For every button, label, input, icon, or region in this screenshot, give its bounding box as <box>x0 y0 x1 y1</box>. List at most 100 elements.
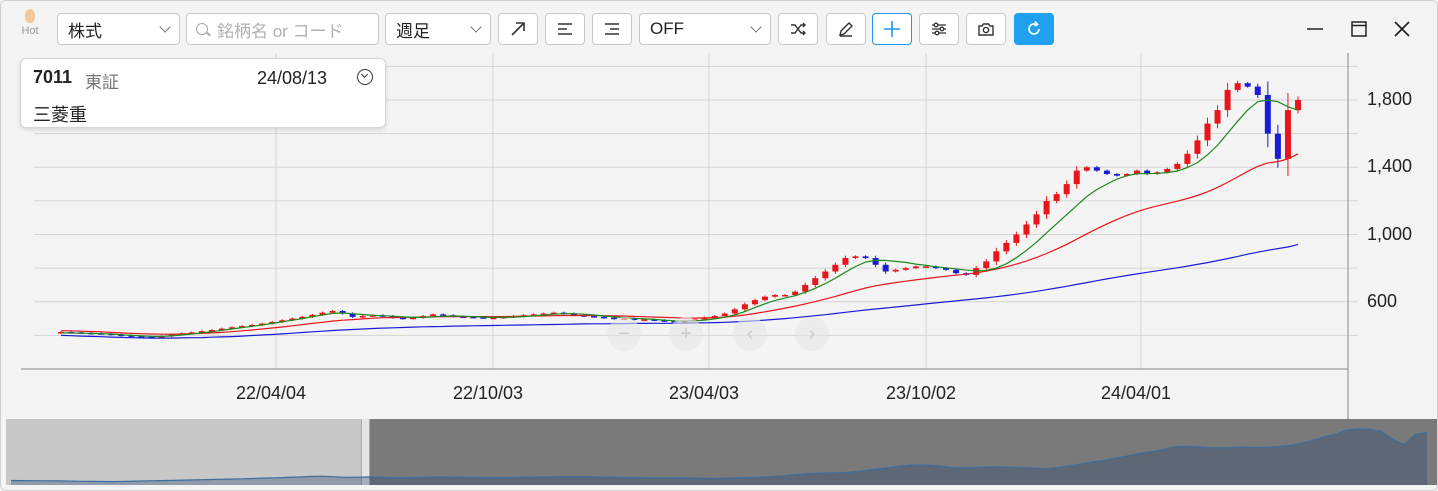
candle-body <box>1113 173 1120 176</box>
settings-button[interactable] <box>919 13 959 45</box>
stock-code: 7011 <box>33 67 73 87</box>
zoom-in-button[interactable]: + <box>669 317 703 351</box>
close-icon <box>1394 21 1410 37</box>
screenshot-button[interactable] <box>966 13 1006 45</box>
candle-body <box>832 264 839 272</box>
candle-body <box>1284 110 1291 159</box>
plus-icon <box>884 21 900 37</box>
candle-body <box>1063 184 1070 195</box>
x-tick-label: 22/10/03 <box>453 383 524 403</box>
search-input[interactable]: 銘柄名 or コード <box>186 13 379 45</box>
candle-body <box>1214 110 1221 124</box>
candle-body <box>973 268 980 275</box>
period-value: 週足 <box>396 21 430 41</box>
range-navigator[interactable] <box>6 419 1437 485</box>
hot-button[interactable]: Hot <box>15 9 45 37</box>
chevron-down-icon <box>159 21 171 33</box>
maximize-icon <box>1351 21 1367 37</box>
candle-body <box>782 295 789 297</box>
candle-body <box>852 256 859 259</box>
shuffle-button[interactable] <box>778 13 818 45</box>
candle-body <box>359 316 366 318</box>
candle-body <box>772 295 779 297</box>
candle-body <box>993 251 1000 262</box>
ma-short-line <box>60 99 1299 337</box>
candle-body <box>822 271 829 279</box>
refresh-button[interactable] <box>1014 13 1054 45</box>
camera-icon <box>978 23 994 36</box>
y-tick-label: 1,000 <box>1367 223 1413 244</box>
stock-name: 三菱重 <box>33 105 87 125</box>
y-tick-label: 1,800 <box>1367 89 1413 110</box>
candle-body <box>1174 163 1181 169</box>
candle-body <box>1295 100 1301 111</box>
stock-market: 東証 <box>85 73 119 92</box>
sliders-icon <box>932 22 946 36</box>
candle-body <box>761 296 768 301</box>
candle-body <box>872 258 879 265</box>
draw-button[interactable] <box>826 13 866 45</box>
candle-body <box>882 264 889 272</box>
chevron-circle-down-icon[interactable] <box>357 69 373 85</box>
candle-body <box>902 268 909 270</box>
candle-body <box>1224 89 1231 111</box>
zoom-out-button[interactable]: − <box>607 317 641 351</box>
chevron-down-icon <box>750 21 762 33</box>
minimize-button[interactable] <box>1301 15 1329 43</box>
candle-body <box>721 313 728 317</box>
candle-body <box>912 266 919 269</box>
candle-body <box>329 311 336 313</box>
x-tick-label: 24/04/01 <box>1101 383 1172 403</box>
candle-body <box>1234 83 1241 90</box>
crosshair-button[interactable] <box>872 13 912 45</box>
align-left-icon <box>558 23 572 35</box>
candle-body <box>953 269 960 274</box>
candle-body <box>1033 214 1040 225</box>
asset-type-value: 株式 <box>68 21 102 41</box>
candle-body <box>1274 133 1281 159</box>
candle-body <box>1184 153 1191 164</box>
indicator-select[interactable]: OFF <box>639 13 771 45</box>
candle-body <box>731 309 738 314</box>
trend-line-button[interactable] <box>498 13 538 45</box>
align-right-button[interactable] <box>592 13 632 45</box>
navigator-overview-line <box>10 428 1428 485</box>
period-select[interactable]: 週足 <box>385 13 491 45</box>
candle-body <box>1053 194 1060 201</box>
candle-body <box>892 269 899 272</box>
candle-body <box>922 266 929 268</box>
candle-body <box>430 314 437 317</box>
candle-body <box>1204 123 1211 141</box>
candle-body <box>862 256 869 259</box>
candle-body <box>1073 170 1080 185</box>
x-tick-label: 23/10/02 <box>886 383 957 403</box>
candle-body <box>812 278 819 285</box>
chart-window: Hot 株式 銘柄名 or コード 週足 OFF 7011 東証 24/08/1… <box>0 0 1438 491</box>
stock-date: 24/08/13 <box>257 68 328 88</box>
maximize-button[interactable] <box>1345 15 1373 43</box>
candle-body <box>1254 86 1261 95</box>
stock-info-card[interactable]: 7011 東証 24/08/13 三菱重 <box>20 58 386 128</box>
candle-body <box>1023 224 1030 235</box>
candle-body <box>601 316 608 319</box>
candle-body <box>1013 234 1020 243</box>
candle-body <box>1194 140 1201 154</box>
candle-body <box>591 316 598 318</box>
chevron-down-icon <box>470 21 482 33</box>
navigator-area <box>11 428 1427 485</box>
close-button[interactable] <box>1388 15 1416 43</box>
candle-body <box>1083 167 1090 171</box>
x-tick-label: 22/04/04 <box>236 383 307 403</box>
candle-body <box>741 304 748 310</box>
scroll-left-button[interactable]: ‹ <box>733 317 767 351</box>
asset-type-select[interactable]: 株式 <box>57 13 180 45</box>
search-placeholder: 銘柄名 or コード <box>217 21 344 41</box>
scroll-right-button[interactable]: › <box>795 317 829 351</box>
candle-body <box>751 300 758 305</box>
x-tick-label: 23/04/03 <box>669 383 740 403</box>
pencil-icon <box>839 22 853 37</box>
shuffle-icon <box>791 22 806 36</box>
align-left-button[interactable] <box>545 13 585 45</box>
candle-body <box>802 284 809 292</box>
candle-body <box>1043 200 1050 215</box>
